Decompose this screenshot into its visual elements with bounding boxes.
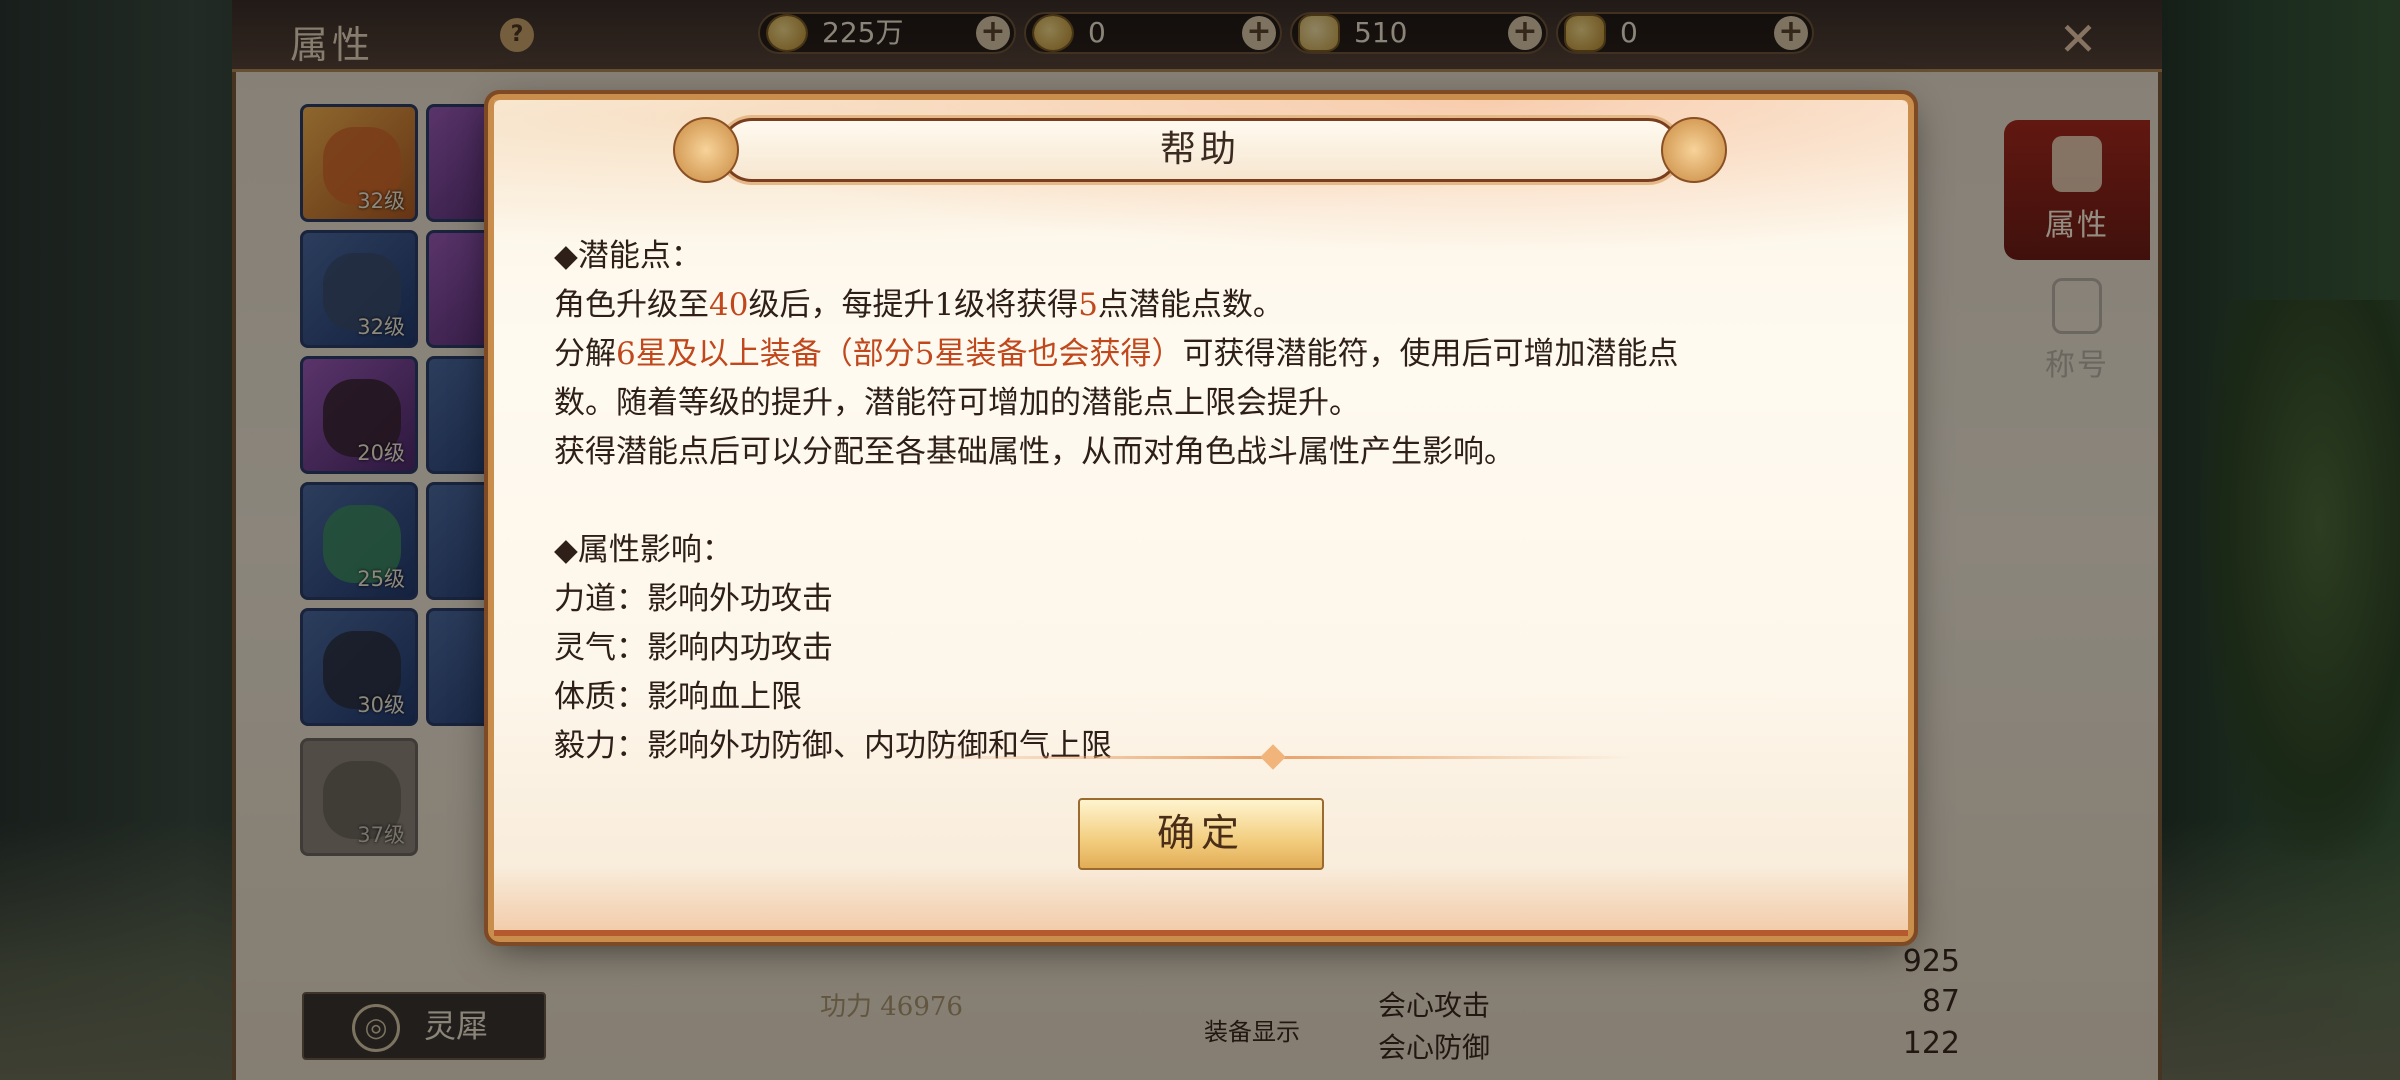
highlight-text: 40 bbox=[709, 287, 749, 323]
cloud-ornament-icon bbox=[1661, 117, 1727, 183]
dialog-decoration bbox=[494, 866, 1908, 936]
highlight-text: 6星及以上装备（部分5星装备也会获得） bbox=[616, 336, 1183, 372]
help-dialog: 帮助 ◆潜能点： 角色升级至40级后，每提升1级将获得5点潜能点数。 分解6星及… bbox=[494, 100, 1908, 936]
text: 分解 bbox=[554, 336, 616, 372]
help-line: 分解6星及以上装备（部分5星装备也会获得）可获得潜能符，使用后可增加潜能点 bbox=[554, 330, 1854, 379]
section-heading: ◆属性影响： bbox=[554, 532, 733, 568]
text: 角色升级至 bbox=[554, 287, 709, 323]
attribute-line: 毅力：影响外功防御、内功防御和气上限 bbox=[554, 728, 1112, 764]
attribute-line: 力道：影响外功攻击 bbox=[554, 581, 833, 617]
dialog-title-bar: 帮助 bbox=[673, 117, 1727, 183]
game-screen: 属性 ? 225万 + 0 + 510 + 0 + ✕ 32级 32级 20级 … bbox=[0, 0, 2400, 1080]
confirm-button[interactable]: 确定 bbox=[1078, 798, 1324, 870]
highlight-text: 5 bbox=[1078, 287, 1098, 323]
attribute-line: 灵气：影响内功攻击 bbox=[554, 630, 833, 666]
help-line: 获得潜能点后可以分配至各基础属性，从而对角色战斗属性产生影响。 bbox=[554, 434, 1515, 470]
attribute-line: 体质：影响血上限 bbox=[554, 679, 802, 715]
cloud-ornament-icon bbox=[673, 117, 739, 183]
text: 级后，每提升1级将获得 bbox=[748, 287, 1079, 323]
text: 点潜能点数。 bbox=[1097, 287, 1284, 323]
help-line: 数。随着等级的提升，潜能符可增加的潜能点上限会提升。 bbox=[554, 385, 1360, 421]
help-line: 角色升级至40级后，每提升1级将获得5点潜能点数。 bbox=[554, 281, 1854, 330]
help-content: ◆潜能点： 角色升级至40级后，每提升1级将获得5点潜能点数。 分解6星及以上装… bbox=[554, 232, 1854, 771]
section-heading: ◆潜能点： bbox=[554, 238, 702, 274]
divider bbox=[914, 756, 1634, 759]
dialog-title: 帮助 bbox=[1159, 129, 1240, 170]
text: 可获得潜能符，使用后可增加潜能点 bbox=[1182, 336, 1679, 372]
